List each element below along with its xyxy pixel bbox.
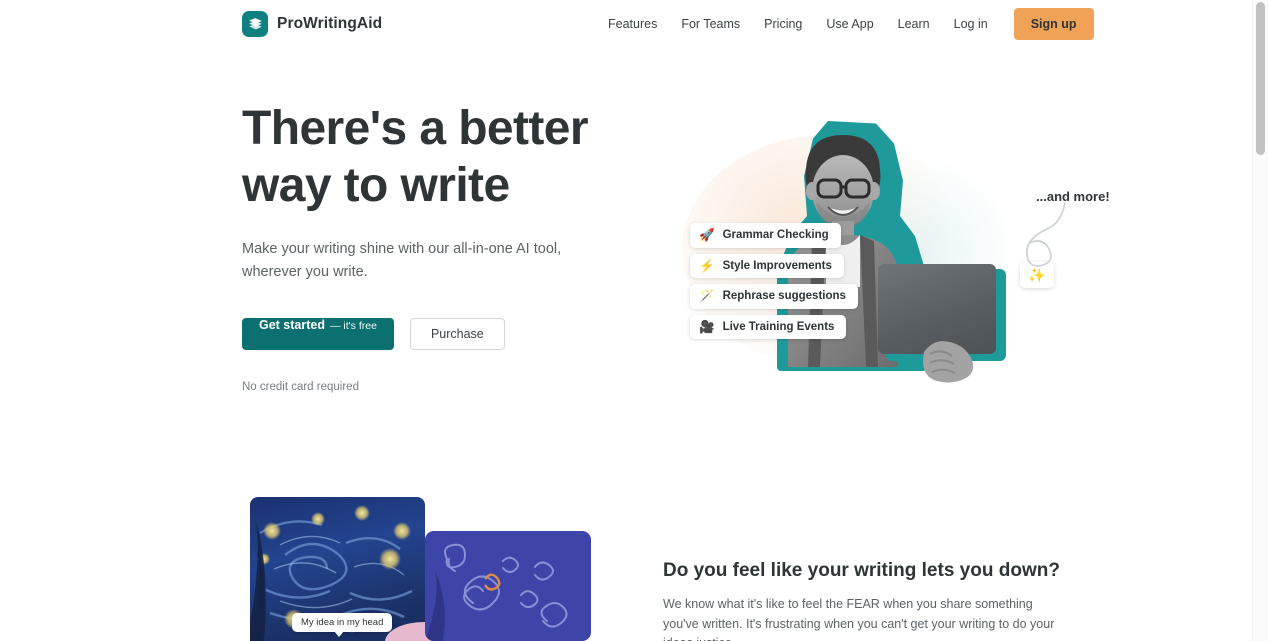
hero-cta-group: Get started — it's free Purchase [242, 318, 642, 350]
annotation-curve [1026, 202, 1066, 267]
feature-chip-grammar: 🚀 Grammar Checking [690, 223, 841, 248]
feature-chip-training: 🎥 Live Training Events [690, 314, 847, 339]
main-nav: Features For Teams Pricing Use App Learn… [600, 0, 1094, 48]
get-started-button[interactable]: Get started — it's free [242, 318, 394, 350]
feature-chip-label: Live Training Events [722, 320, 835, 333]
brand-name: ProWritingAid [277, 15, 383, 32]
feature-chip-label: Rephrase suggestions [722, 290, 846, 303]
section-title: Do you feel like your writing lets you d… [663, 560, 1060, 581]
feature-chip-label: Style Improvements [722, 259, 832, 272]
video-camera-icon: 🎥 [699, 319, 715, 334]
nav-item-for-teams[interactable]: For Teams [669, 11, 752, 37]
page-title: There's a better way to write [242, 100, 642, 214]
magic-wand-icon: 🪄 [699, 289, 715, 303]
lower-text-block: Do you feel like your writing lets you d… [663, 560, 1063, 641]
get-started-label: Get started [259, 318, 325, 332]
hero-subtitle: Make your writing shine with our all-in-… [242, 241, 562, 280]
brand-logo[interactable]: ProWritingAid [242, 11, 382, 37]
nav-item-pricing[interactable]: Pricing [752, 11, 814, 37]
hero-title-line-2: way to write [242, 159, 510, 212]
nav-item-log-in[interactable]: Log in [942, 11, 1000, 37]
nav-item-learn[interactable]: Learn [886, 11, 942, 37]
scrollbar-thumb[interactable] [1256, 2, 1265, 155]
page-scrollbar[interactable] [1252, 0, 1268, 641]
and-more-annotation: ...and more! [1036, 189, 1110, 204]
nav-item-features[interactable]: Features [600, 11, 669, 37]
feature-chip-list: 🚀 Grammar Checking ⚡ Style Improvements … [690, 223, 858, 345]
hand-illustration [923, 341, 974, 383]
idea-tooltip: My idea in my head [292, 613, 393, 637]
hero-title-line-1: There's a better [242, 102, 589, 155]
lightning-icon: ⚡ [699, 258, 715, 273]
sign-up-button[interactable]: Sign up [1013, 8, 1094, 40]
sketch-version-image [425, 531, 591, 641]
get-started-sublabel: — it's free [330, 320, 377, 332]
section-body: We know what it's like to feel the FEAR … [663, 597, 1055, 641]
feature-chip-style: ⚡ Style Improvements [690, 253, 844, 278]
rocket-icon: 🚀 [699, 228, 715, 242]
book-pages-icon [242, 11, 268, 37]
site-header: ProWritingAid Features For Teams Pricing… [0, 0, 1252, 48]
hero-illustration: ✨ ...and more! 🚀 Grammar Checking ⚡ Styl… [660, 95, 1110, 385]
nav-item-use-app[interactable]: Use App [814, 11, 885, 37]
page-root: ProWritingAid Features For Teams Pricing… [0, 0, 1268, 641]
no-credit-card-note: No credit card required [242, 381, 359, 393]
feature-chip-label: Grammar Checking [722, 229, 829, 242]
feature-chip-rephrase: 🪄 Rephrase suggestions [690, 284, 858, 309]
hero-text-block: There's a better way to write Make your … [242, 100, 642, 393]
purchase-button[interactable]: Purchase [409, 318, 505, 350]
